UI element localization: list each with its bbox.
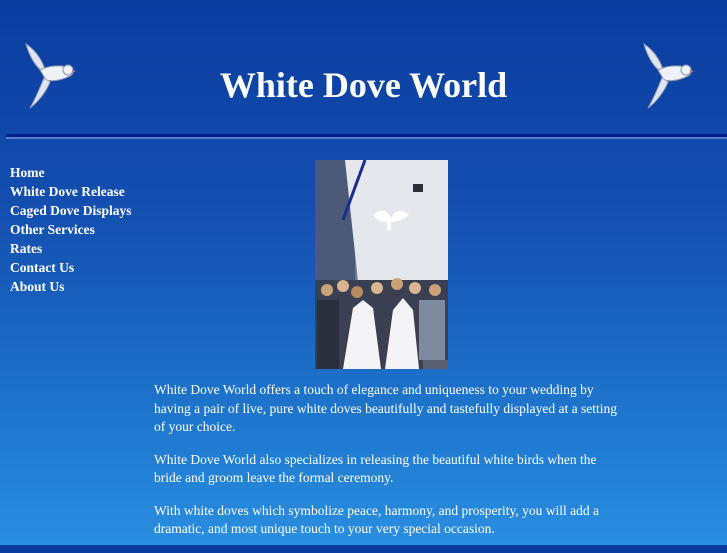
release-paragraph: White Dove World also specializes in rel… (154, 451, 597, 486)
nav-link-home[interactable]: Home (10, 163, 132, 182)
nav-link-caged-dove-displays[interactable]: Caged Dove Displays (10, 201, 132, 220)
sidebar-nav: Home White Dove Release Caged Dove Displ… (10, 163, 132, 296)
page-title: White Dove World (219, 65, 508, 105)
nav-link-about-us[interactable]: About Us (10, 277, 132, 296)
nav-link-rates[interactable]: Rates (10, 239, 132, 258)
header-divider (6, 134, 727, 139)
nav-link-white-dove-release[interactable]: White Dove Release (10, 182, 132, 201)
symbolism-paragraph: With white doves which symbolize peace, … (154, 502, 599, 537)
nav-link-contact-us[interactable]: Contact Us (10, 258, 132, 277)
intro-paragraph: White Dove World offers a touch of elega… (154, 382, 617, 434)
nav-link-other-services[interactable]: Other Services (10, 220, 132, 239)
wedding-dove-release-photo (315, 160, 448, 369)
main-content: White Dove World offers a touch of elega… (154, 381, 624, 553)
